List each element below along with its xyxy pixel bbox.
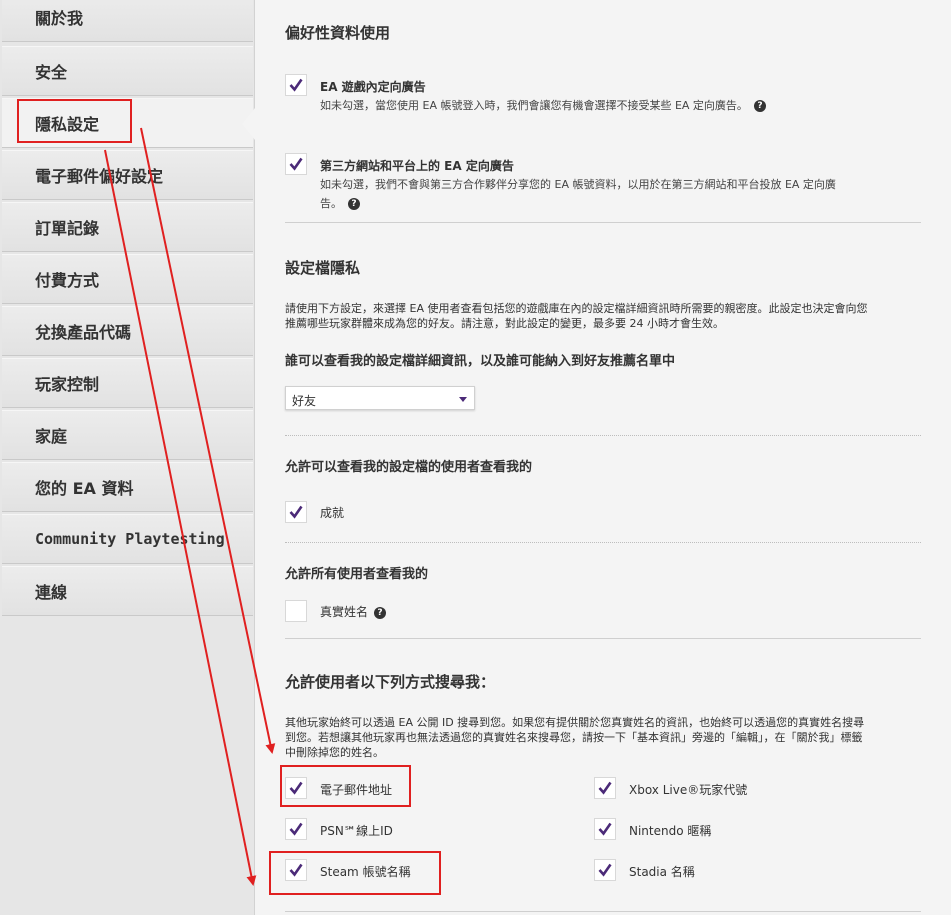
- section-divider: [285, 911, 921, 912]
- sidebar-item-label: 連線: [35, 583, 68, 602]
- search-description-line2: 到您。若想讓其他玩家再也無法透過您的真實姓名來搜尋您，請按一下「基本資訊」旁邊的…: [285, 731, 863, 744]
- sidebar-item-security[interactable]: 安全: [2, 46, 253, 96]
- annotation-box-privacy-settings: [17, 99, 132, 143]
- sidebar-item-about-me[interactable]: 關於我: [2, 0, 253, 42]
- profile-privacy-description-line2: 推薦哪些玩家群體來成為您的好友。請注意，對此設定的變更，最多要 24 小時才會生…: [285, 317, 724, 330]
- thirdparty-ads-checkbox[interactable]: [285, 153, 307, 175]
- sidebar-item-label: 付費方式: [35, 271, 100, 290]
- sidebar-item-redeem-code[interactable]: 兌換產品代碼: [2, 306, 253, 356]
- dotted-divider: [285, 542, 921, 543]
- section-divider: [285, 222, 921, 223]
- profile-privacy-description-line1: 請使用下方設定，來選擇 EA 使用者查看包括您的遊戲庫在內的設定檔詳細資訊時所需…: [285, 302, 868, 315]
- section-divider: [285, 638, 921, 639]
- sidebar-item-your-ea-data[interactable]: 您的 EA 資料: [2, 462, 253, 512]
- search-nintendo-checkbox[interactable]: [594, 818, 616, 840]
- profile-visibility-label: 誰可以查看我的設定檔詳細資訊，以及誰可能納入到好友推薦名單中: [285, 354, 676, 369]
- profile-privacy-heading: 設定檔隱私: [285, 259, 361, 277]
- ingame-ads-description: 如未勾選，當您使用 EA 帳號登入時，我們會讓您有機會選擇不接受某些 EA 定向…: [320, 99, 748, 112]
- checkmark-icon: [598, 822, 612, 836]
- sidebar-item-label: 玩家控制: [35, 375, 100, 394]
- ingame-ads-option: EA 遊戲內定向廣告 如未勾選，當您使用 EA 帳號登入時，我們會讓您有機會選擇…: [320, 78, 766, 115]
- achievements-checkbox[interactable]: [285, 501, 307, 523]
- active-item-pointer: [242, 108, 255, 140]
- sidebar-item-label: 兌換產品代碼: [35, 323, 132, 342]
- checkmark-icon: [598, 863, 612, 877]
- real-name-checkbox[interactable]: [285, 600, 307, 622]
- search-heading: 允許使用者以下列方式搜尋我：: [285, 673, 496, 691]
- sidebar-item-order-history[interactable]: 訂單記錄: [2, 202, 253, 252]
- ingame-ads-title: EA 遊戲內定向廣告: [320, 80, 426, 94]
- thirdparty-ads-title: 第三方網站和平台上的 EA 定向廣告: [320, 159, 514, 173]
- search-nintendo-label: Nintendo 暱稱: [629, 824, 712, 838]
- profile-viewers-label: 允許可以查看我的設定檔的使用者查看我的: [285, 460, 533, 475]
- sidebar-item-community-playtesting[interactable]: Community Playtesting: [2, 514, 253, 564]
- annotation-box-steam: [269, 851, 441, 895]
- achievements-label: 成就: [320, 506, 345, 520]
- sidebar-item-player-controls[interactable]: 玩家控制: [2, 358, 253, 408]
- question-circle-icon[interactable]: ?: [374, 606, 387, 619]
- all-users-label: 允許所有使用者查看我的: [285, 567, 429, 582]
- checkmark-icon: [289, 505, 303, 519]
- search-xbox-checkbox[interactable]: [594, 777, 616, 799]
- thirdparty-ads-option: 第三方網站和平台上的 EA 定向廣告 如未勾選，我們不會與第三方合作夥伴分享您的…: [320, 157, 836, 213]
- profile-privacy-description: 請使用下方設定，來選擇 EA 使用者查看包括您的遊戲庫在內的設定檔詳細資訊時所需…: [285, 301, 925, 331]
- sidebar-item-connections[interactable]: 連線: [2, 566, 253, 616]
- search-stadia-label: Stadia 名稱: [629, 865, 695, 879]
- sidebar-item-label: 安全: [35, 63, 68, 82]
- real-name-option: 真實姓名?: [320, 603, 387, 620]
- search-description-line3: 中刪除掉您的姓名。: [285, 746, 384, 759]
- question-circle-icon[interactable]: ?: [348, 198, 360, 210]
- sidebar-item-family[interactable]: 家庭: [2, 410, 253, 460]
- sidebar-item-label: 電子郵件偏好設定: [35, 167, 164, 186]
- checkmark-icon: [289, 822, 303, 836]
- search-psn-checkbox[interactable]: [285, 818, 307, 840]
- profile-visibility-select[interactable]: 好友: [285, 386, 475, 410]
- sidebar-item-email-preferences[interactable]: 電子郵件偏好設定: [2, 150, 253, 200]
- search-psn-label: PSN℠線上ID: [320, 824, 393, 838]
- real-name-label: 真實姓名: [320, 605, 369, 619]
- question-circle-icon[interactable]: ?: [753, 100, 766, 112]
- sidebar-item-payment-methods[interactable]: 付費方式: [2, 254, 253, 304]
- sidebar-item-label: 訂單記錄: [35, 219, 100, 238]
- checkmark-icon: [289, 78, 303, 92]
- search-description-line1: 其他玩家始終可以透過 EA 公開 ID 搜尋到您。如果您有提供關於您真實姓名的資…: [285, 716, 865, 729]
- dotted-divider: [285, 435, 921, 436]
- checkmark-icon: [289, 157, 303, 171]
- thirdparty-ads-description-line2: 告。: [320, 197, 342, 210]
- sidebar-item-label: Community Playtesting: [35, 530, 225, 548]
- ingame-ads-checkbox[interactable]: [285, 74, 307, 96]
- caret-down-icon: [459, 397, 467, 402]
- thirdparty-ads-description-line1: 如未勾選，我們不會與第三方合作夥伴分享您的 EA 帳號資料，以用於在第三方網站和…: [320, 178, 836, 191]
- search-xbox-label: Xbox Live®玩家代號: [629, 783, 748, 797]
- search-stadia-checkbox[interactable]: [594, 859, 616, 881]
- search-description: 其他玩家始終可以透過 EA 公開 ID 搜尋到您。如果您有提供關於您真實姓名的資…: [285, 715, 925, 760]
- annotation-box-email: [280, 765, 411, 807]
- sidebar-item-label: 您的 EA 資料: [35, 479, 134, 498]
- sidebar-item-label: 家庭: [35, 427, 68, 446]
- profile-visibility-value: 好友: [292, 394, 317, 408]
- preferences-heading: 偏好性資料使用: [285, 24, 391, 42]
- sidebar-item-label: 關於我: [35, 9, 84, 28]
- checkmark-icon: [598, 781, 612, 795]
